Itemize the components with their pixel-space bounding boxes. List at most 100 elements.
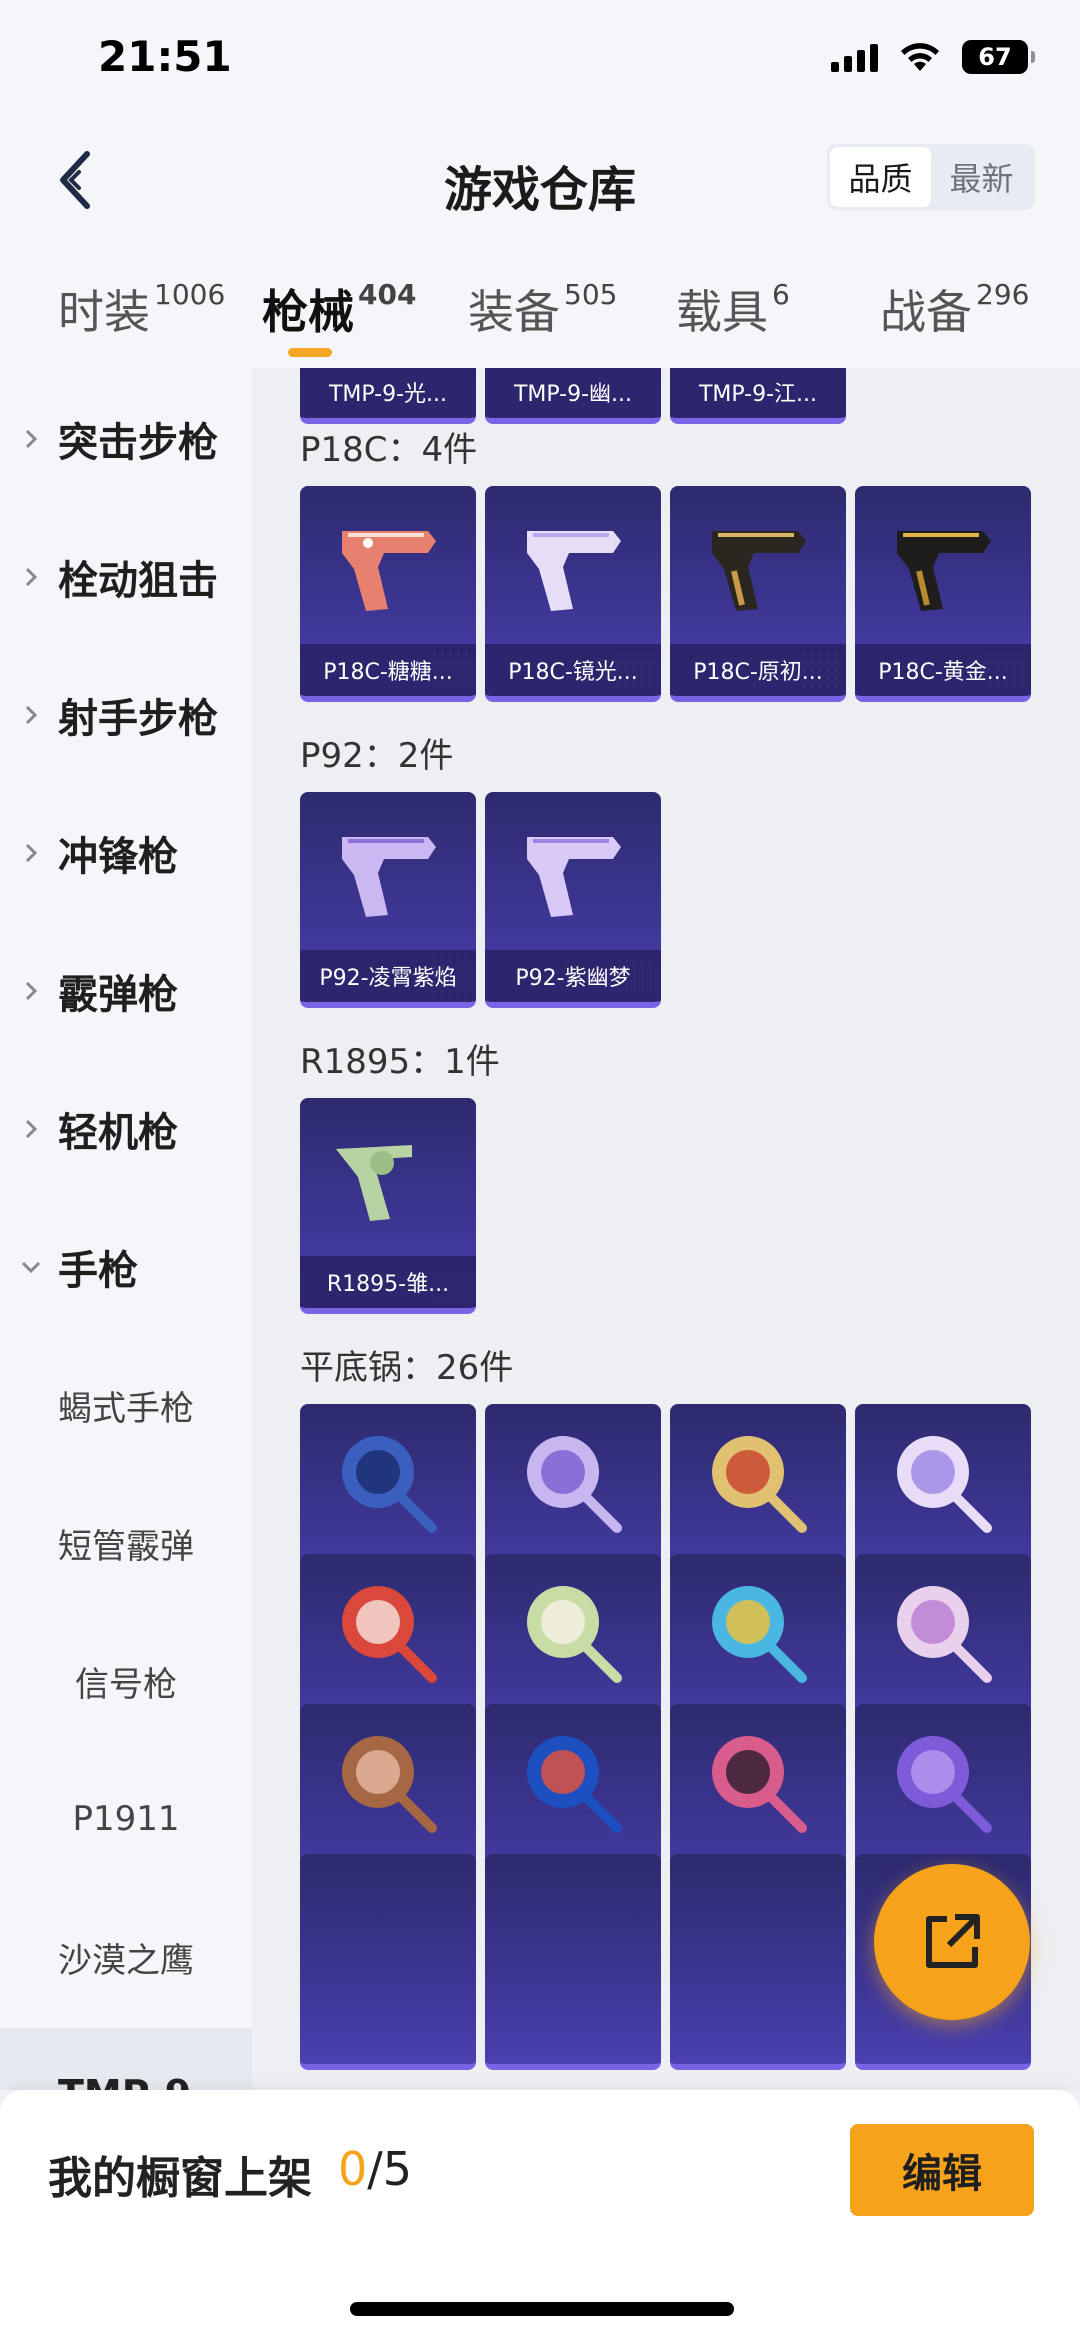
item-caption: R1895-雏... — [300, 1256, 476, 1308]
shelf-count: 0/5 — [338, 2142, 412, 2196]
frying-pan-icon — [670, 1404, 846, 1564]
item-card[interactable]: P92-紫幽梦 — [485, 792, 661, 1008]
group-title: P18C：4件 — [300, 430, 478, 470]
group-title: 平底锅：26件 — [300, 1348, 514, 1388]
sort-toggle: 品质 最新 — [827, 144, 1035, 210]
chevron-down-icon — [20, 1256, 42, 1278]
sidebar-item-label: 轻机枪 — [58, 1110, 178, 1156]
item-caption: P92-紫幽梦 — [485, 950, 661, 1002]
sidebar-sub-item[interactable]: 沙漠之鹰 — [0, 1888, 252, 2026]
frying-pan-icon — [300, 1404, 476, 1564]
sort-newest-button[interactable]: 最新 — [931, 147, 1032, 207]
sidebar-item-shotgun[interactable]: 霰弹枪 — [0, 922, 252, 1060]
share-icon — [926, 1914, 980, 1968]
sidebar: 突击步枪 栓动狙击 射手步枪 冲锋枪 霰弹枪 轻机枪 手枪 蝎式手枪 短管霰弹 … — [0, 368, 252, 2028]
tab-equipment[interactable]: 装备 505 — [468, 276, 617, 342]
pistol-icon — [300, 486, 476, 646]
home-indicator — [350, 2302, 734, 2316]
item-card[interactable]: R1895-雏... — [300, 1098, 476, 1314]
frying-pan-icon — [300, 1704, 476, 1864]
sidebar-item-label: 冲锋枪 — [58, 834, 178, 880]
pistol-icon — [485, 792, 661, 952]
item-card[interactable]: P18C-黄金... — [855, 486, 1031, 702]
wifi-icon — [901, 43, 939, 71]
item-card[interactable]: TMP-9-光... — [300, 368, 476, 424]
status-time: 21:51 — [98, 32, 232, 81]
frying-pan-icon — [855, 1554, 1031, 1714]
item-caption: P18C-黄金... — [855, 644, 1031, 696]
item-caption: P18C-镜光... — [485, 644, 661, 696]
item-card[interactable]: TMP-9-幽... — [485, 368, 661, 424]
tab-count: 404 — [358, 278, 417, 311]
item-grid: TMP-9-光... TMP-9-幽... TMP-9-江... P18C：4件… — [252, 368, 1080, 2090]
shelf-count-current: 0 — [338, 2142, 368, 2196]
sidebar-item-marksman-rifle[interactable]: 射手步枪 — [0, 646, 252, 784]
tab-label: 载具 — [676, 285, 768, 339]
group-title: P92：2件 — [300, 736, 454, 776]
item-card[interactable] — [485, 1854, 661, 2070]
status-icons: 67 — [831, 40, 1035, 74]
chevron-right-icon — [20, 842, 42, 864]
item-caption: P92-凌霄紫焰 — [300, 950, 476, 1002]
tab-supplies[interactable]: 战备 296 — [880, 276, 1029, 342]
tab-count: 296 — [976, 278, 1030, 311]
item-card[interactable]: P18C-原初... — [670, 486, 846, 702]
sidebar-item-label: 霰弹枪 — [58, 972, 178, 1018]
sidebar-sub-item[interactable]: P1911 — [0, 1750, 252, 1888]
item-caption: P18C-原初... — [670, 644, 846, 696]
sidebar-item-smg[interactable]: 冲锋枪 — [0, 784, 252, 922]
sidebar-item-lmg[interactable]: 轻机枪 — [0, 1060, 252, 1198]
sort-quality-button[interactable]: 品质 — [830, 147, 931, 207]
tab-count: 1006 — [154, 278, 226, 311]
frying-pan-icon — [670, 1704, 846, 1864]
tab-vehicles[interactable]: 载具 6 — [676, 276, 790, 342]
chevron-right-icon — [20, 704, 42, 726]
sidebar-item-pistol[interactable]: 手枪 — [0, 1198, 252, 1336]
frying-pan-icon — [855, 1404, 1031, 1564]
shelf-label: 我的橱窗上架 — [48, 2153, 312, 2204]
tab-label: 战备 — [880, 285, 972, 339]
sidebar-item-label: 栓动狙击 — [58, 558, 218, 604]
edit-button[interactable]: 编辑 — [850, 2124, 1034, 2216]
pistol-icon — [670, 486, 846, 646]
battery-icon: 67 — [962, 40, 1035, 74]
frying-pan-icon — [670, 1554, 846, 1714]
sidebar-item-assault-rifle[interactable]: 突击步枪 — [0, 370, 252, 508]
item-caption: TMP-9-光... — [300, 368, 476, 418]
tab-count: 6 — [772, 278, 790, 311]
sidebar-item-label: 突击步枪 — [58, 420, 218, 466]
tab-firearms[interactable]: 枪械 404 — [262, 276, 416, 342]
item-card[interactable]: P18C-镜光... — [485, 486, 661, 702]
sidebar-sub-item[interactable]: 蝎式手枪 — [0, 1336, 252, 1474]
sidebar-item-bolt-sniper[interactable]: 栓动狙击 — [0, 508, 252, 646]
item-card[interactable]: TMP-9-江... — [670, 368, 846, 424]
cellular-signal-icon — [831, 42, 878, 72]
frying-pan-icon — [485, 1704, 661, 1864]
sidebar-selected-item[interactable]: TMP-9 — [0, 2028, 252, 2116]
item-card[interactable] — [300, 1854, 476, 2070]
pistol-icon — [855, 486, 1031, 646]
revolver-icon — [300, 1098, 476, 1258]
frying-pan-icon — [485, 1554, 661, 1714]
item-caption: TMP-9-幽... — [485, 368, 661, 418]
header: 游戏仓库 品质 最新 — [0, 120, 1080, 240]
sidebar-sub-item[interactable]: 短管霰弹 — [0, 1474, 252, 1612]
sidebar-item-label: 射手步枪 — [58, 696, 218, 742]
item-caption: TMP-9-江... — [670, 368, 846, 418]
category-tabs: 时装 1006 枪械 404 装备 505 载具 6 战备 296 — [0, 240, 1080, 368]
item-card[interactable]: P18C-糖糖... — [300, 486, 476, 702]
tab-fashion[interactable]: 时装 1006 — [58, 276, 225, 342]
item-card[interactable] — [670, 1854, 846, 2070]
chevron-right-icon — [20, 980, 42, 1002]
pistol-icon — [300, 792, 476, 952]
active-tab-indicator — [288, 348, 332, 357]
frying-pan-icon — [855, 1704, 1031, 1864]
tab-count: 505 — [564, 278, 618, 311]
bottom-bar: 我的橱窗上架 0/5 编辑 — [0, 2090, 1080, 2339]
share-button[interactable] — [874, 1864, 1030, 2020]
sidebar-sub-item[interactable]: 信号枪 — [0, 1612, 252, 1750]
frying-pan-icon — [485, 1404, 661, 1564]
chevron-right-icon — [20, 566, 42, 588]
item-card[interactable]: P92-凌霄紫焰 — [300, 792, 476, 1008]
frying-pan-icon — [300, 1554, 476, 1714]
